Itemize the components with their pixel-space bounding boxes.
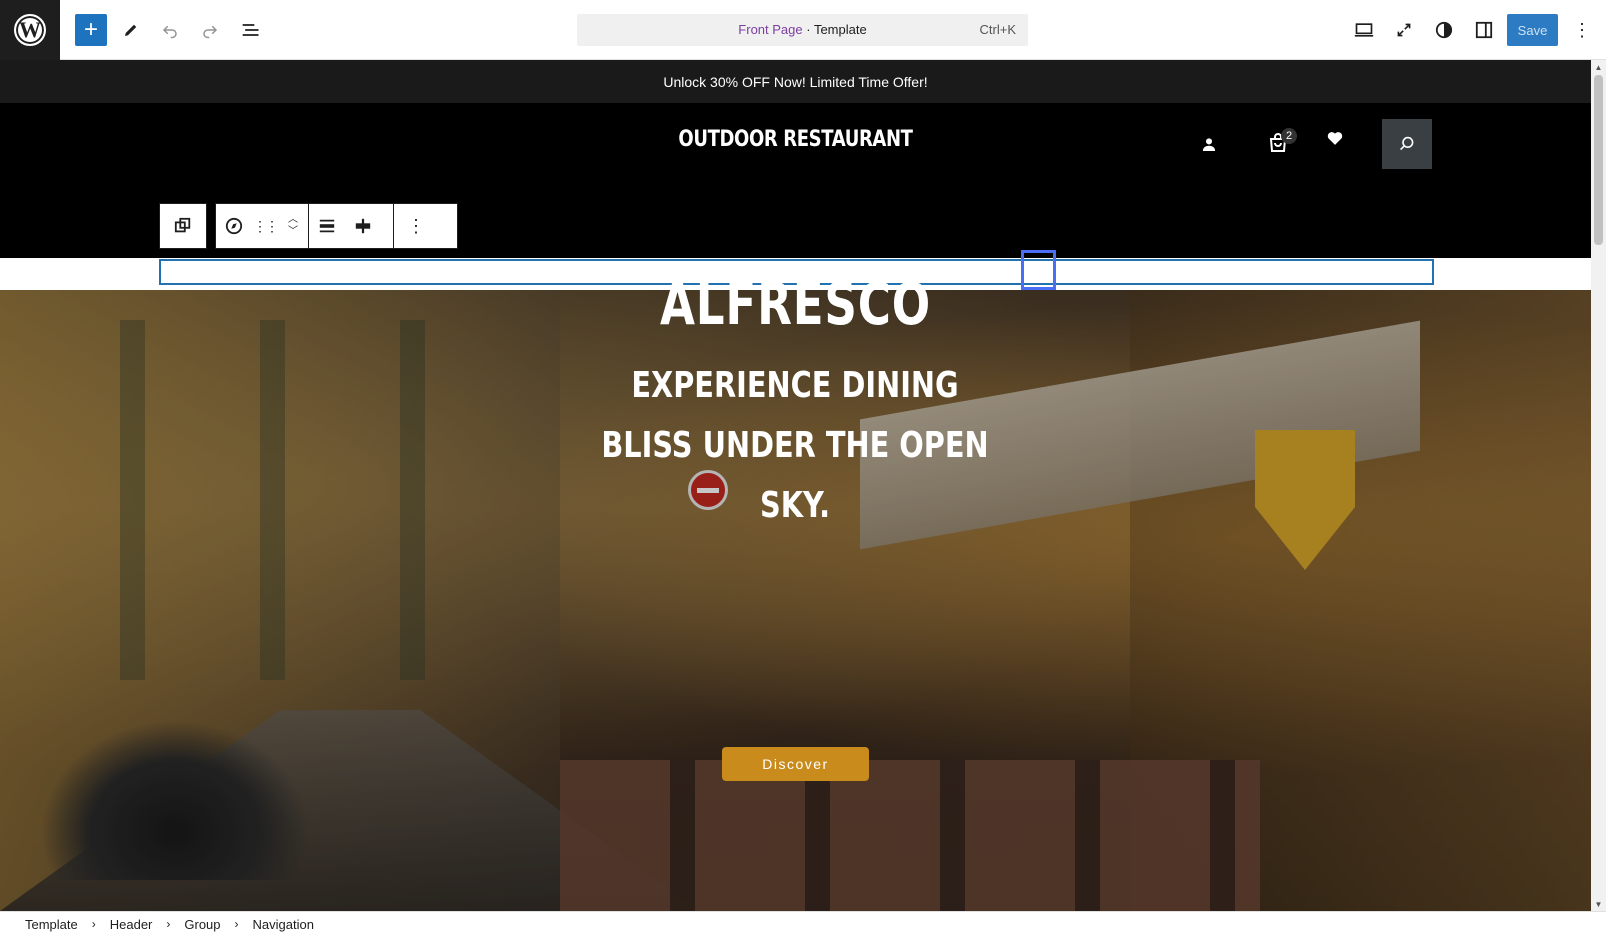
- styles-button[interactable]: [1428, 14, 1460, 46]
- chevron-right-icon: ›: [234, 917, 239, 931]
- block-options-icon: ⋮: [407, 215, 425, 236]
- select-parent-button[interactable]: [160, 204, 206, 248]
- fullscreen-icon: [1397, 23, 1411, 37]
- vertical-alignment-button[interactable]: [345, 204, 381, 248]
- drag-handle-icon: ⋮⋮: [253, 217, 279, 234]
- document-type-label: Template: [813, 22, 867, 37]
- save-button[interactable]: Save: [1507, 14, 1558, 46]
- promo-banner: Unlock 30% OFF Now! Limited Time Offer!: [0, 60, 1591, 103]
- discover-button[interactable]: Discover: [722, 747, 869, 781]
- command-shortcut-hint: Ctrl+K: [979, 22, 1016, 37]
- scrollbar-thumb[interactable]: [1594, 75, 1603, 245]
- site-title[interactable]: OUTDOOR RESTAURANT: [143, 127, 1448, 152]
- settings-sidebar-icon: [1475, 21, 1493, 39]
- redo-icon: [203, 25, 218, 39]
- document-title-separator: ·: [802, 22, 814, 37]
- block-options-button[interactable]: ⋮: [394, 204, 438, 248]
- heart-icon[interactable]: [1327, 131, 1343, 146]
- block-inserter-button[interactable]: +: [75, 14, 107, 46]
- chevron-right-icon: ›: [91, 917, 96, 931]
- site-header[interactable]: OUTDOOR RESTAURANT 2 ⋮⋮ ︿ ﹀ ⋮ HOME MENU …: [0, 103, 1591, 290]
- document-title: Front Page · Template: [577, 22, 1028, 37]
- styles-contrast-icon: [1435, 21, 1453, 39]
- navigation-compass-icon: [225, 217, 243, 235]
- justification-button[interactable]: [309, 204, 345, 248]
- scroll-down-arrow-icon[interactable]: ▼: [1591, 897, 1606, 911]
- wordpress-logo-button[interactable]: W: [0, 0, 60, 60]
- block-breadcrumb: Template › Header › Group › Navigation: [0, 911, 1606, 936]
- redo-button[interactable]: [194, 14, 226, 46]
- justify-icon: [319, 219, 335, 233]
- more-options-button[interactable]: ⋮: [1566, 14, 1598, 46]
- editor-canvas[interactable]: Unlock 30% OFF Now! Limited Time Offer! …: [0, 60, 1591, 911]
- hero-title[interactable]: ALFRESCO: [175, 270, 1416, 338]
- canvas-scrollbar[interactable]: ▲ ▼: [1591, 60, 1606, 911]
- desktop-preview-icon: [1354, 23, 1374, 37]
- document-page-name: Front Page: [738, 22, 803, 37]
- command-palette-bar[interactable]: Front Page · Template Ctrl+K: [577, 14, 1028, 46]
- move-up-down-icon: ︿ ﹀: [288, 214, 298, 237]
- breadcrumb-item-header[interactable]: Header: [110, 917, 153, 932]
- chevron-right-icon: ›: [166, 917, 171, 931]
- vertical-align-icon: [355, 218, 371, 234]
- breadcrumb-item-navigation[interactable]: Navigation: [253, 917, 314, 932]
- parent-block-toolbar: [159, 203, 207, 249]
- breadcrumb-item-group[interactable]: Group: [184, 917, 220, 932]
- promo-text: Unlock 30% OFF Now! Limited Time Offer!: [663, 73, 928, 90]
- parent-block-icon: [174, 217, 191, 233]
- device-preview-button[interactable]: [1348, 14, 1380, 46]
- plus-icon: +: [83, 16, 98, 43]
- block-toolbar: ⋮⋮ ︿ ﹀ ⋮: [215, 203, 458, 249]
- editor-top-bar: W + Front Page · Template Ctrl+K Save ⋮: [0, 0, 1606, 60]
- more-options-icon: ⋮: [1573, 20, 1591, 40]
- tools-button[interactable]: [115, 14, 147, 46]
- fullscreen-button[interactable]: [1388, 14, 1420, 46]
- hero-subtitle[interactable]: EXPERIENCE DINING BLISS UNDER THE OPEN S…: [591, 356, 999, 536]
- pencil-icon: [125, 24, 137, 36]
- move-block-buttons[interactable]: ︿ ﹀: [278, 204, 308, 248]
- scroll-up-arrow-icon[interactable]: ▲: [1591, 60, 1606, 74]
- search-button[interactable]: [1382, 119, 1432, 169]
- user-icon[interactable]: [1202, 137, 1216, 151]
- drag-handle[interactable]: ⋮⋮: [252, 204, 279, 248]
- settings-sidebar-button[interactable]: [1468, 14, 1500, 46]
- block-type-button[interactable]: [216, 204, 252, 248]
- cart-count-badge: 2: [1281, 128, 1297, 144]
- document-overview-button[interactable]: [235, 14, 267, 46]
- breadcrumb-item-template[interactable]: Template: [25, 917, 78, 932]
- undo-icon: [162, 25, 177, 39]
- undo-button[interactable]: [154, 14, 186, 46]
- wordpress-logo-icon: W: [14, 14, 46, 46]
- list-view-icon: [242, 24, 259, 36]
- search-icon: [1400, 136, 1414, 151]
